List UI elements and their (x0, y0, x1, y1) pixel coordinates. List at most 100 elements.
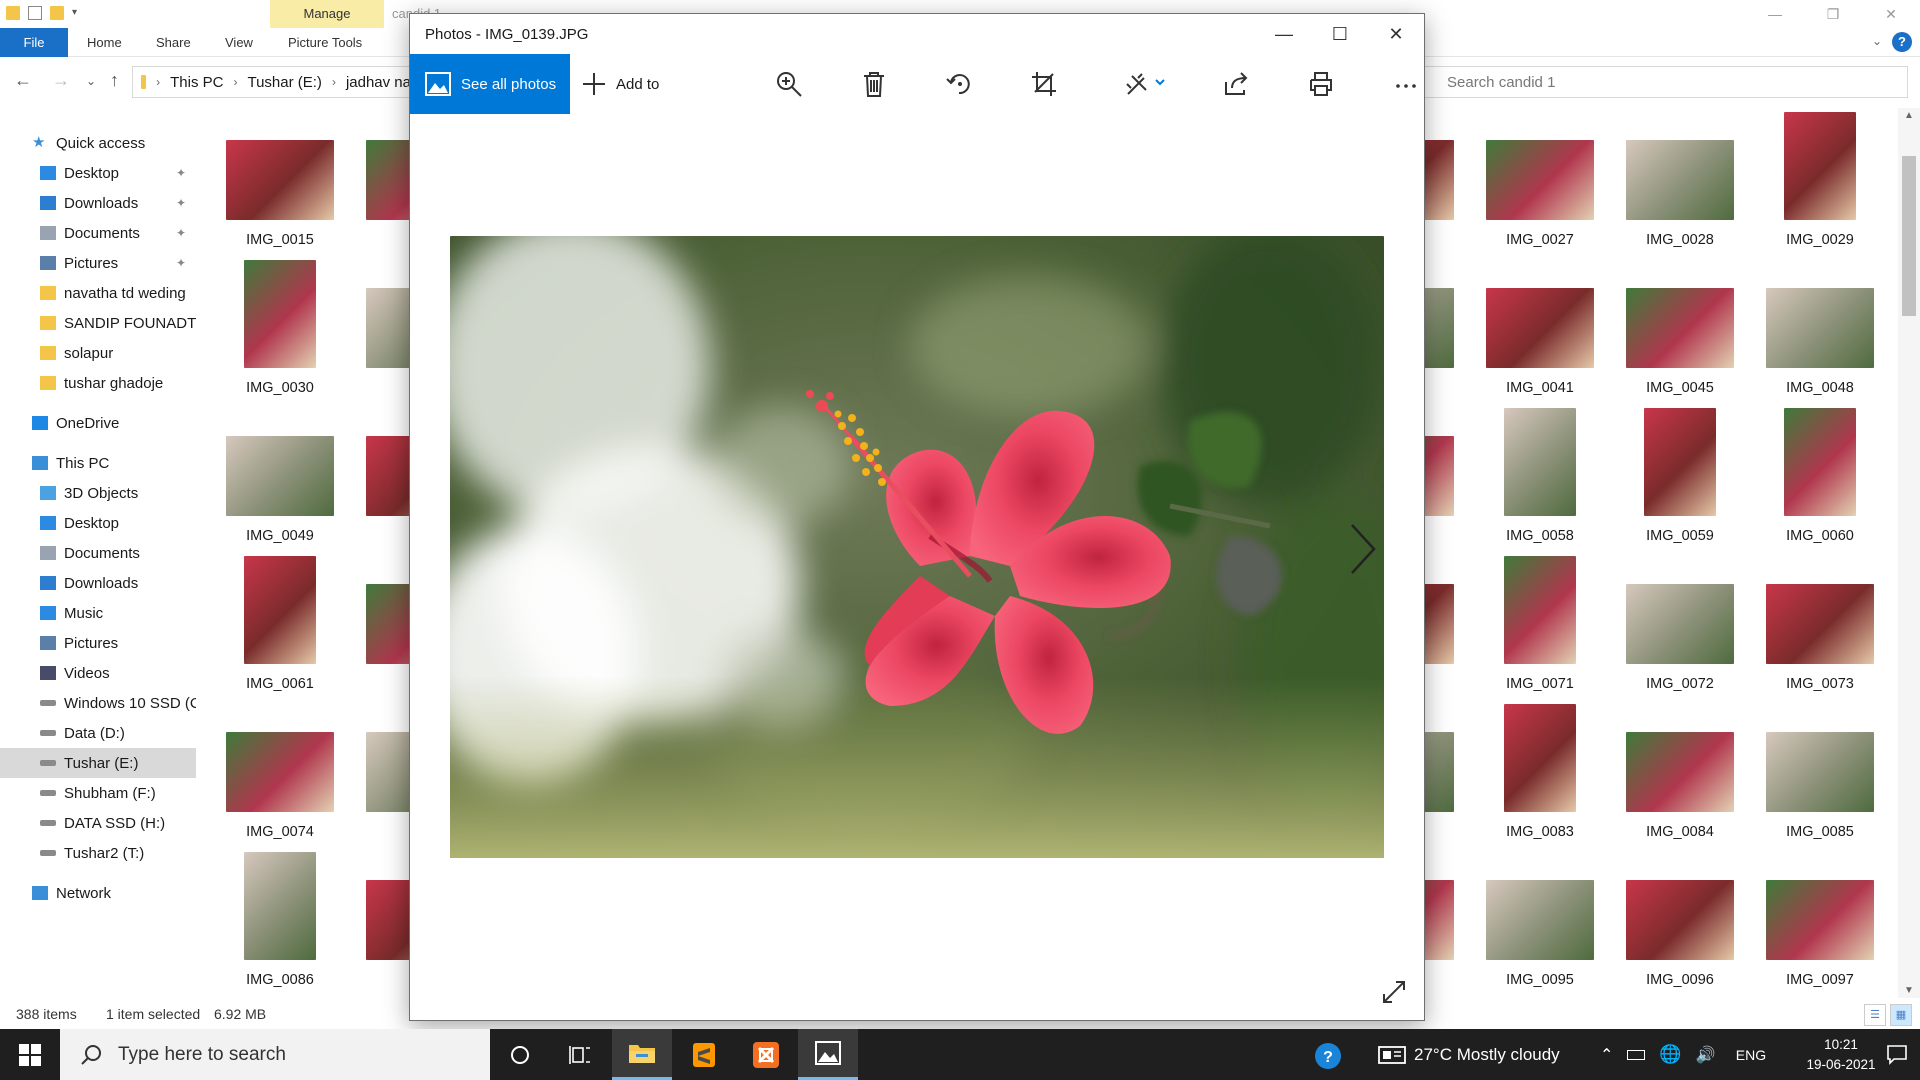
file-thumbnail[interactable]: IMG_0048 (1750, 256, 1890, 404)
add-to-button[interactable]: Add to (582, 54, 659, 114)
file-thumbnail[interactable]: IMG_0085 (1750, 700, 1890, 848)
file-thumbnail[interactable]: IMG_0058 (1470, 404, 1610, 552)
battery-icon[interactable] (1627, 1049, 1646, 1060)
fullscreen-icon[interactable] (1380, 978, 1408, 1006)
nav-item[interactable]: Pictures (0, 628, 196, 658)
nav-item[interactable]: DATA SSD (H:) (0, 808, 196, 838)
notifications-icon[interactable] (1886, 1043, 1908, 1065)
scroll-up-icon[interactable]: ▲ (1904, 110, 1914, 121)
file-thumbnail[interactable]: IMG_0015 (210, 108, 350, 256)
file-thumbnail[interactable]: IMG_0083 (1470, 700, 1610, 848)
nav-item[interactable]: tushar ghadoje (0, 368, 196, 398)
xampp-icon[interactable] (736, 1029, 796, 1080)
language-indicator[interactable]: ENG (1736, 1047, 1766, 1063)
address-bar[interactable]: › This PC › Tushar (E:) › jadhav na (132, 66, 412, 98)
tab-picture-tools[interactable]: Picture Tools (288, 28, 362, 57)
breadcrumb-this-pc[interactable]: This PC (170, 74, 223, 91)
forward-icon[interactable]: → (52, 70, 70, 91)
scroll-down-icon[interactable]: ▼ (1904, 985, 1914, 996)
file-thumbnail[interactable]: IMG_0049 (210, 404, 350, 552)
nav-item[interactable]: 3D Objects (0, 478, 196, 508)
taskbar-search-box[interactable]: Type here to search (60, 1029, 490, 1080)
close-icon[interactable]: ✕ (1862, 0, 1920, 28)
restore-icon[interactable]: ❐ (1804, 0, 1862, 28)
nav-item[interactable]: Desktop (0, 508, 196, 538)
new-folder-icon[interactable] (50, 6, 64, 20)
volume-icon[interactable]: 🔊 (1696, 1045, 1716, 1065)
manage-tab[interactable]: Manage (270, 0, 384, 28)
file-thumbnail[interactable]: IMG_0072 (1610, 552, 1750, 700)
print-icon[interactable] (1305, 68, 1337, 100)
search-input[interactable]: Search candid 1 (1418, 66, 1908, 98)
see-all-photos-button[interactable]: See all photos (410, 54, 570, 114)
help-icon[interactable]: ? (1892, 32, 1912, 52)
tab-share[interactable]: Share (156, 28, 191, 57)
file-thumbnail[interactable]: IMG_0071 (1470, 552, 1610, 700)
nav-item[interactable]: ★ Quick access (0, 128, 196, 158)
tab-view[interactable]: View (225, 28, 253, 57)
nav-item[interactable]: Network (0, 878, 196, 908)
edit-and-create-icon[interactable] (1122, 68, 1170, 100)
chevron-right-icon[interactable]: › (233, 75, 237, 89)
nav-item[interactable]: This PC (0, 448, 196, 478)
nav-item[interactable]: Tushar2 (T:) (0, 838, 196, 868)
hibiscus-photo[interactable] (450, 236, 1384, 858)
nav-item[interactable]: Downloads (0, 568, 196, 598)
tab-home[interactable]: Home (87, 28, 122, 57)
nav-item[interactable]: Videos (0, 658, 196, 688)
share-icon[interactable] (1220, 68, 1252, 100)
chevron-right-icon[interactable]: › (332, 75, 336, 89)
photos-taskbar-icon[interactable] (798, 1029, 858, 1080)
maximize-icon[interactable]: ☐ (1312, 14, 1368, 54)
minimize-icon[interactable]: — (1746, 0, 1804, 28)
close-icon[interactable]: ✕ (1368, 14, 1424, 54)
breadcrumb-folder[interactable]: jadhav na (346, 74, 411, 91)
zoom-in-icon[interactable] (773, 68, 805, 100)
clock[interactable]: 10:21 19-06-2021 (1796, 1035, 1886, 1075)
scrollbar-thumb[interactable] (1902, 156, 1916, 316)
nav-item[interactable]: solapur (0, 338, 196, 368)
more-icon[interactable] (1390, 68, 1422, 100)
nav-item[interactable]: Data (D:) (0, 718, 196, 748)
nav-item[interactable]: Downloads ✦ (0, 188, 196, 218)
network-globe-icon[interactable]: 🌐 (1659, 1044, 1681, 1065)
file-thumbnail[interactable]: IMG_0028 (1610, 108, 1750, 256)
chevron-right-icon[interactable]: › (156, 75, 160, 89)
nav-item[interactable]: Documents ✦ (0, 218, 196, 248)
file-thumbnail[interactable]: IMG_0096 (1610, 848, 1750, 996)
cortana-icon[interactable] (490, 1029, 550, 1080)
nav-item[interactable]: OneDrive (0, 408, 196, 438)
file-thumbnail[interactable]: IMG_0060 (1750, 404, 1890, 552)
file-thumbnail[interactable]: IMG_0061 (210, 552, 350, 700)
file-thumbnail[interactable]: IMG_0027 (1470, 108, 1610, 256)
tab-file[interactable]: File (0, 28, 68, 57)
file-thumbnail[interactable]: IMG_0095 (1470, 848, 1610, 996)
file-thumbnail[interactable]: IMG_0045 (1610, 256, 1750, 404)
file-thumbnail[interactable]: IMG_0074 (210, 700, 350, 848)
rotate-icon[interactable] (943, 68, 975, 100)
file-thumbnail[interactable]: IMG_0097 (1750, 848, 1890, 996)
task-view-icon[interactable] (550, 1029, 610, 1080)
file-thumbnail[interactable]: IMG_0030 (210, 256, 350, 404)
crop-icon[interactable] (1028, 68, 1060, 100)
help-tips-icon[interactable]: ? (1314, 1042, 1342, 1074)
customize-qat-icon[interactable]: ▾ (72, 6, 86, 20)
up-icon[interactable]: ↑ (110, 70, 119, 91)
minimize-icon[interactable]: — (1256, 14, 1312, 54)
nav-item[interactable]: navatha td weding (0, 278, 196, 308)
expand-ribbon-icon[interactable]: ⌄ (1872, 34, 1882, 48)
vertical-scrollbar[interactable]: ▲ ▼ (1898, 108, 1920, 998)
show-hidden-icons-icon[interactable]: ⌃ (1600, 1045, 1613, 1065)
start-button[interactable] (0, 1029, 60, 1080)
next-photo-icon[interactable] (1340, 519, 1380, 579)
file-thumbnail[interactable]: IMG_0041 (1470, 256, 1610, 404)
nav-item[interactable]: Shubham (F:) (0, 778, 196, 808)
details-view-icon[interactable]: ☰ (1864, 1004, 1886, 1026)
nav-item[interactable]: Windows 10 SSD (C (0, 688, 196, 718)
file-explorer-taskbar-icon[interactable] (612, 1029, 672, 1080)
file-thumbnail[interactable]: IMG_0084 (1610, 700, 1750, 848)
file-thumbnail[interactable]: IMG_0029 (1750, 108, 1890, 256)
nav-item[interactable]: SANDIP FOUNADTI( (0, 308, 196, 338)
nav-item[interactable]: Documents (0, 538, 196, 568)
breadcrumb-drive[interactable]: Tushar (E:) (247, 74, 321, 91)
